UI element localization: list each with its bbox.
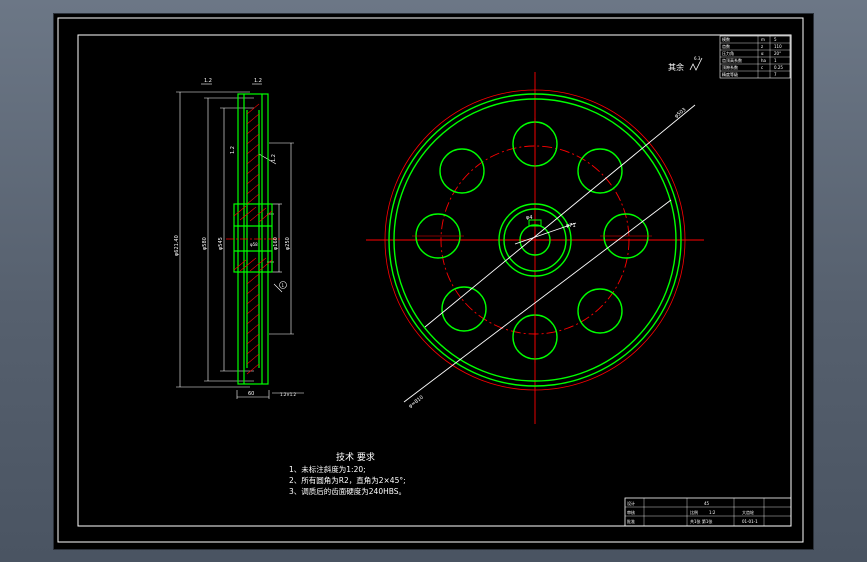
- title-block[interactable]: 设计 审核 批准 45 比例 1:2 共1张 第1张 大齿轮 01-01-1: [624, 497, 792, 527]
- dim-top-b: 1.2: [254, 78, 262, 84]
- title-block-scale-value: 1:2: [709, 510, 716, 515]
- param-row-6-label: 精度等级: [722, 71, 738, 77]
- lightening-holes: [415, 121, 649, 360]
- tech-req-item-2: 2、所有圆角为R2，直角为2×45°;: [289, 475, 406, 485]
- technical-requirements: 技术 要求 1、未标注斜度为1:20; 2、所有圆角为R2，直角为2×45°; …: [289, 451, 406, 496]
- hole-bottom-left: [441, 286, 487, 332]
- dim-tip-diameter: φ503: [674, 107, 688, 120]
- title-block-scale-label: 比例: [690, 509, 698, 515]
- dim-outer-diameter: φ621.40: [174, 235, 180, 256]
- title-block-sheet: 共1张 第1张: [690, 518, 712, 524]
- param-row-3-label: 压力角: [722, 50, 734, 56]
- title-block-row1: 设计: [627, 500, 635, 506]
- dim-pitch-diameter: φ545: [218, 237, 224, 250]
- param-row-3-symbol: α: [761, 51, 764, 56]
- param-row-6-value: 7: [774, 72, 777, 77]
- param-row-4-label: 齿顶高系数: [722, 57, 742, 63]
- param-row-5-label: 顶隙系数: [722, 64, 738, 70]
- tech-req-item-1: 1、未标注斜度为1:20;: [289, 464, 366, 474]
- hole-bottom-right: [577, 288, 623, 334]
- param-row-1-value: 5: [774, 37, 777, 42]
- dim-width: 60: [248, 391, 254, 397]
- title-block-material: 45: [704, 501, 710, 506]
- dim-root-diameter: φ580: [202, 237, 208, 250]
- roughness-value: 6.3: [694, 56, 701, 61]
- param-row-5-value: 0.25: [774, 65, 783, 70]
- dim-rim: 1.2: [230, 146, 236, 154]
- outer-frame: [57, 17, 804, 543]
- callout-number: 1: [282, 283, 285, 288]
- roughness-note: 其余 6.3: [668, 56, 703, 72]
- title-block-drawing-number: 01-01-1: [742, 519, 758, 524]
- dim-hub-diameter: φ250: [285, 237, 291, 250]
- dim-hole-circle: φ71: [566, 223, 576, 229]
- side-section-view[interactable]: 1.2 1.2 φ621.40 φ580 φ545 1.2 1.2 φ250 φ…: [174, 78, 304, 399]
- dim-bore-small: φ58: [250, 242, 258, 247]
- dim-hub: 1.2: [271, 154, 277, 162]
- side-view-outline: [233, 93, 273, 385]
- side-view-hatching: [233, 103, 273, 375]
- tech-req-title: 技术 要求: [336, 451, 375, 463]
- hole-top-left: [439, 148, 485, 194]
- drawing-sheet[interactable]: 其余 6.3 模数 m 5 齿数 z 110 压力角 α 20° 齿顶高系数 h…: [54, 14, 813, 549]
- param-row-2-symbol: z: [761, 44, 763, 49]
- param-row-4-value: 1: [774, 58, 777, 63]
- param-row-3-value: 20°: [774, 51, 781, 56]
- title-block-part-name: 大齿轮: [742, 509, 754, 515]
- dim-top-a: 1.2: [204, 78, 212, 84]
- tech-req-item-3: 3、调质后的齿面硬度为240HBS。: [289, 486, 406, 496]
- gear-parameter-table: 模数 m 5 齿数 z 110 压力角 α 20° 齿顶高系数 ha 1 顶隙系…: [719, 35, 791, 79]
- title-block-row2: 审核: [627, 509, 635, 515]
- dim-keyway: 1.2×1.2: [280, 392, 297, 397]
- param-row-4-symbol: ha: [761, 58, 767, 63]
- param-row-5-symbol: c: [761, 65, 763, 70]
- dim-small-hole: φ4: [526, 215, 532, 221]
- front-view[interactable]: φ503 φ71 φ4 φ=810: [366, 72, 704, 424]
- param-row-1-symbol: m: [761, 37, 765, 42]
- param-row-2-value: 110: [774, 44, 782, 49]
- cad-drawing-canvas[interactable]: 其余 6.3 模数 m 5 齿数 z 110 压力角 α 20° 齿顶高系数 h…: [54, 14, 813, 549]
- dim-bore-diameter: φ160: [273, 237, 279, 250]
- title-block-row3: 批准: [627, 518, 635, 524]
- param-row-1-label: 模数: [722, 36, 730, 42]
- param-row-2-label: 齿数: [722, 43, 730, 49]
- roughness-label: 其余: [668, 62, 684, 72]
